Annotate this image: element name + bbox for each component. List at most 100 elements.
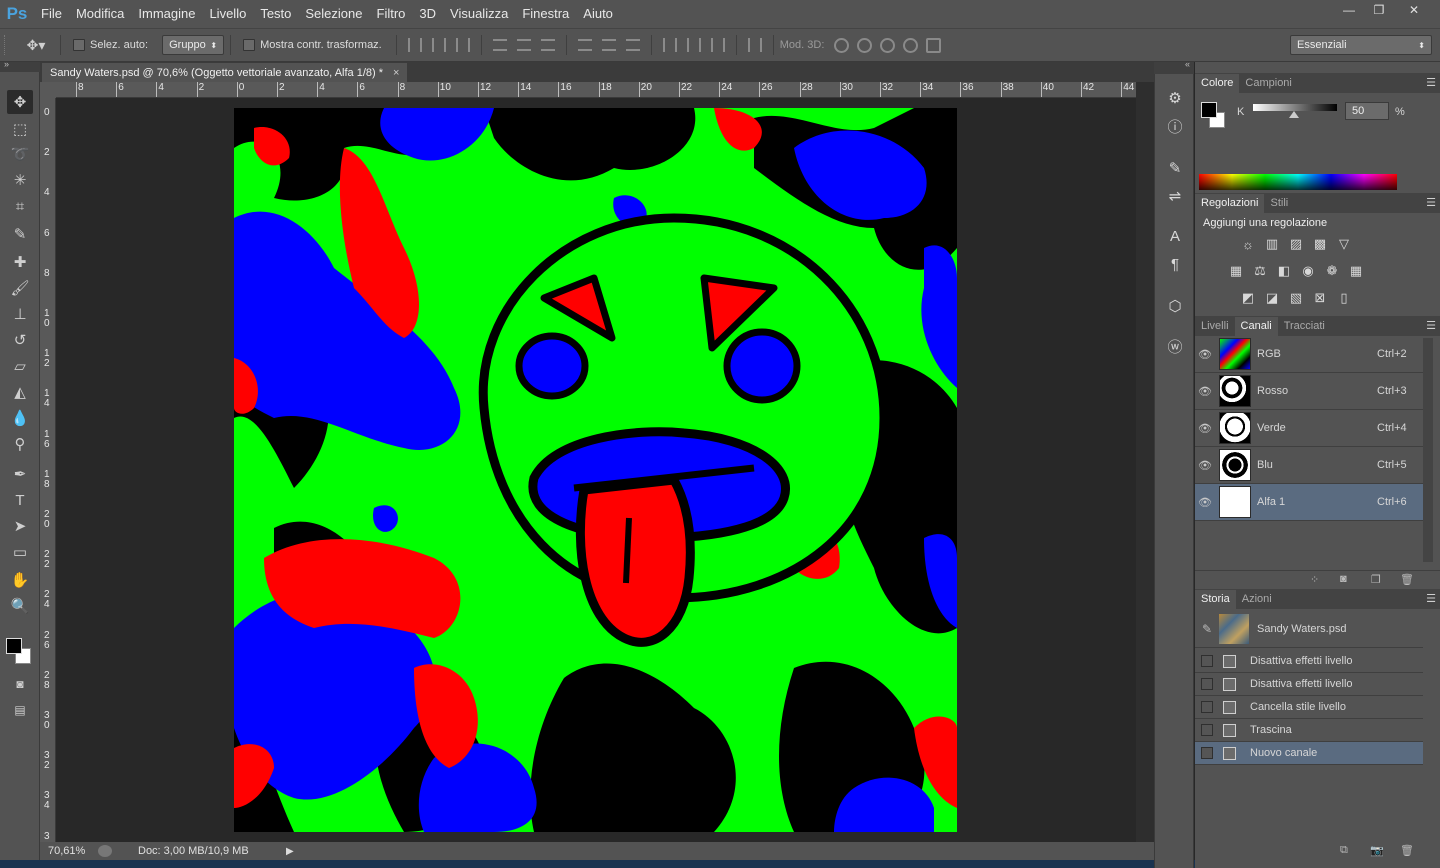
menu-selezione[interactable]: Selezione (298, 0, 369, 28)
posterize-icon[interactable]: ◪ (1264, 290, 1280, 305)
history-brush-source-box[interactable] (1201, 724, 1213, 736)
align-top-icon[interactable] (407, 38, 422, 52)
menu-testo[interactable]: Testo (253, 0, 298, 28)
vertical-scrollbar[interactable] (1136, 82, 1154, 842)
history-brush-tool-icon[interactable]: ↺ (7, 328, 33, 352)
brush-panel-icon[interactable]: ✎ (1165, 158, 1185, 178)
create-snapshot-icon[interactable]: 📷 (1370, 844, 1384, 857)
zoom-tool-icon[interactable]: 🔍 (7, 594, 33, 618)
paragraph-panel-icon[interactable]: ¶ (1165, 254, 1185, 274)
eraser-tool-icon[interactable]: ▱ (7, 354, 33, 378)
tab-livelli[interactable]: Livelli (1195, 317, 1235, 336)
brightness-adjustment-icon[interactable]: ☼ (1240, 237, 1256, 252)
web-panel-icon[interactable]: ⓦ (1165, 336, 1185, 356)
history-panel-icon[interactable]: ⚙ (1165, 88, 1185, 108)
minimize-button[interactable]: — (1334, 0, 1364, 20)
menu-aiuto[interactable]: Aiuto (576, 0, 620, 28)
marquee-tool-icon[interactable]: ⬚ (7, 117, 33, 141)
history-brush-source-box[interactable] (1201, 655, 1213, 667)
save-selection-icon[interactable]: ◙ (1340, 573, 1347, 585)
zoom-level[interactable]: 70,61% (48, 845, 92, 857)
blur-tool-icon[interactable]: 💧 (7, 406, 33, 430)
brush-tool-icon[interactable]: 🖌 (7, 276, 33, 300)
align-left-icon[interactable] (492, 39, 507, 51)
crop-tool-icon[interactable]: ⌗ (7, 194, 33, 218)
new-channel-icon[interactable]: ❐ (1371, 573, 1381, 586)
color-lookup-icon[interactable]: ▦ (1348, 263, 1364, 278)
distribute-left-icon[interactable] (662, 38, 677, 52)
eyedropper-tool-icon[interactable]: ✎ (7, 222, 33, 246)
distribute-top-icon[interactable] (577, 39, 592, 51)
auto-select-dropdown[interactable]: Gruppo ⬍ (162, 35, 225, 55)
screen-mode-icon[interactable]: ▤ (7, 698, 33, 722)
menu-immagine[interactable]: Immagine (131, 0, 202, 28)
pan-3d-icon[interactable] (880, 37, 896, 53)
menu-visualizza[interactable]: Visualizza (443, 0, 515, 28)
history-step[interactable]: Disattiva effetti livello (1195, 673, 1423, 696)
vibrance-adjustment-icon[interactable]: ▽ (1336, 236, 1352, 251)
menu-finestra[interactable]: Finestra (515, 0, 576, 28)
menu-3d[interactable]: 3D (412, 0, 443, 28)
tab-tracciati[interactable]: Tracciati (1278, 317, 1331, 336)
visibility-eye-icon[interactable]: 👁 (1195, 459, 1215, 472)
history-step[interactable]: Disattiva effetti livello (1195, 650, 1423, 673)
panel-menu-icon[interactable]: ☰ (1426, 196, 1436, 209)
path-selection-tool-icon[interactable]: ➤ (7, 514, 33, 538)
character-panel-icon[interactable]: A (1165, 226, 1185, 246)
visibility-eye-icon[interactable]: 👁 (1195, 348, 1215, 361)
menu-file[interactable]: File (34, 0, 69, 28)
history-step[interactable]: Cancella stile livello (1195, 696, 1423, 719)
document-tab[interactable]: Sandy Waters.psd @ 70,6% (Oggetto vettor… (42, 63, 408, 82)
quick-mask-icon[interactable]: ◙ (7, 672, 33, 696)
roll-3d-icon[interactable] (857, 37, 873, 53)
move-tool-icon[interactable]: ✥ (7, 90, 33, 114)
rotate-3d-icon[interactable] (834, 37, 850, 53)
photo-filter-icon[interactable]: ◉ (1300, 263, 1316, 278)
align-hcenter-icon[interactable] (516, 39, 531, 51)
type-tool-icon[interactable]: T (7, 488, 33, 512)
healing-brush-tool-icon[interactable]: ✚ (7, 250, 33, 274)
channel-mixer-icon[interactable]: ❁ (1324, 263, 1340, 278)
tab-storia[interactable]: Storia (1195, 590, 1236, 609)
menu-modifica[interactable]: Modifica (69, 0, 131, 28)
dodge-tool-icon[interactable]: ⚲ (7, 432, 33, 456)
menu-filtro[interactable]: Filtro (370, 0, 413, 28)
history-brush-source-icon[interactable]: ✎ (1195, 622, 1219, 636)
auto-select-checkbox[interactable] (73, 39, 85, 51)
panel-menu-icon[interactable]: ☰ (1426, 319, 1436, 332)
curves-adjustment-icon[interactable]: ▨ (1288, 236, 1304, 251)
channel-row[interactable]: 👁 RGB Ctrl+2 (1195, 336, 1423, 373)
align-bottom-icon[interactable] (455, 38, 470, 52)
align-right-icon[interactable] (540, 39, 555, 51)
channel-row[interactable]: 👁 Rosso Ctrl+3 (1195, 373, 1423, 410)
distribute-vcenter-icon[interactable] (601, 39, 616, 51)
new-document-from-state-icon[interactable]: ⧉ (1340, 844, 1348, 857)
color-balance-icon[interactable]: ⚖ (1252, 263, 1268, 278)
visibility-eye-icon[interactable]: 👁 (1195, 422, 1215, 435)
scale-3d-icon[interactable] (926, 37, 942, 53)
visibility-eye-icon[interactable]: 👁 (1195, 385, 1215, 398)
history-step[interactable]: Trascina (1195, 719, 1423, 742)
status-info-icon[interactable] (98, 845, 112, 857)
history-brush-source-box[interactable] (1201, 747, 1213, 759)
distribute-hcenter-icon[interactable] (686, 38, 701, 52)
brush-presets-icon[interactable]: ⇌ (1165, 186, 1185, 206)
channel-row[interactable]: 👁 Blu Ctrl+5 (1195, 447, 1423, 484)
workspace-dropdown[interactable]: Essenziali ⬍ (1290, 35, 1432, 55)
channel-row-selected[interactable]: 👁 Alfa 1 Ctrl+6 (1195, 484, 1423, 521)
gradient-map-icon[interactable]: ▯ (1336, 290, 1352, 305)
history-brush-source-box[interactable] (1201, 678, 1213, 690)
tab-canali[interactable]: Canali (1234, 317, 1278, 336)
tab-colore[interactable]: Colore (1195, 74, 1240, 93)
slider-thumb-icon[interactable] (1289, 111, 1299, 118)
history-step-selected[interactable]: Nuovo canale (1195, 742, 1423, 765)
delete-state-icon[interactable]: 🗑 (1400, 844, 1414, 857)
tab-azioni[interactable]: Azioni (1236, 590, 1278, 609)
distribute-right-icon[interactable] (710, 38, 725, 52)
foreground-color-swatch[interactable] (1201, 102, 1217, 118)
history-brush-source-box[interactable] (1201, 701, 1213, 713)
visibility-eye-icon[interactable]: 👁 (1195, 496, 1215, 509)
channel-row[interactable]: 👁 Verde Ctrl+4 (1195, 410, 1423, 447)
channels-scrollbar[interactable] (1423, 338, 1433, 562)
hue-saturation-icon[interactable]: ▦ (1228, 263, 1244, 278)
